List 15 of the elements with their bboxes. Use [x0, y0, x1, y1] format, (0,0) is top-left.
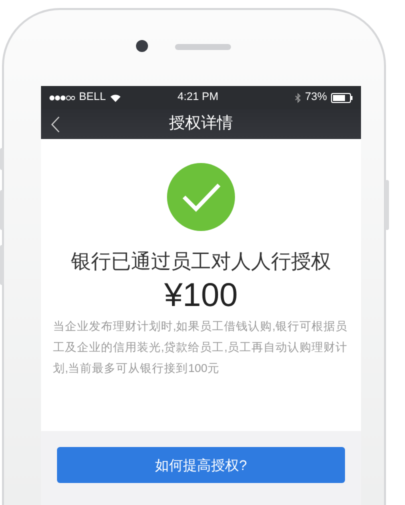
- bluetooth-icon: [294, 92, 301, 102]
- clock-time: 4:21 PM: [177, 90, 218, 106]
- battery-percent: 73%: [304, 90, 327, 106]
- signal-icon: [49, 94, 75, 100]
- speaker-grille: [175, 44, 231, 50]
- carrier-name: BELL: [79, 90, 106, 106]
- battery-icon: [330, 92, 353, 102]
- back-icon[interactable]: [51, 116, 60, 133]
- screen-title: 授权详情: [169, 114, 233, 134]
- result-heading: 银行已通过员工对人人行授权: [71, 250, 331, 275]
- wifi-icon: [110, 94, 121, 102]
- amount-text: ¥100: [164, 277, 238, 314]
- description-text: 当企业发布理财计划时,如果员工借钱认购,银行可根据员工及企业的信用装光,贷款给员工,员工再自动认购理财计划,当前最多可从银行接到100元: [52, 320, 348, 378]
- success-check-icon: [167, 163, 235, 231]
- improve-authorization-button[interactable]: 如何提高授权?: [57, 447, 345, 483]
